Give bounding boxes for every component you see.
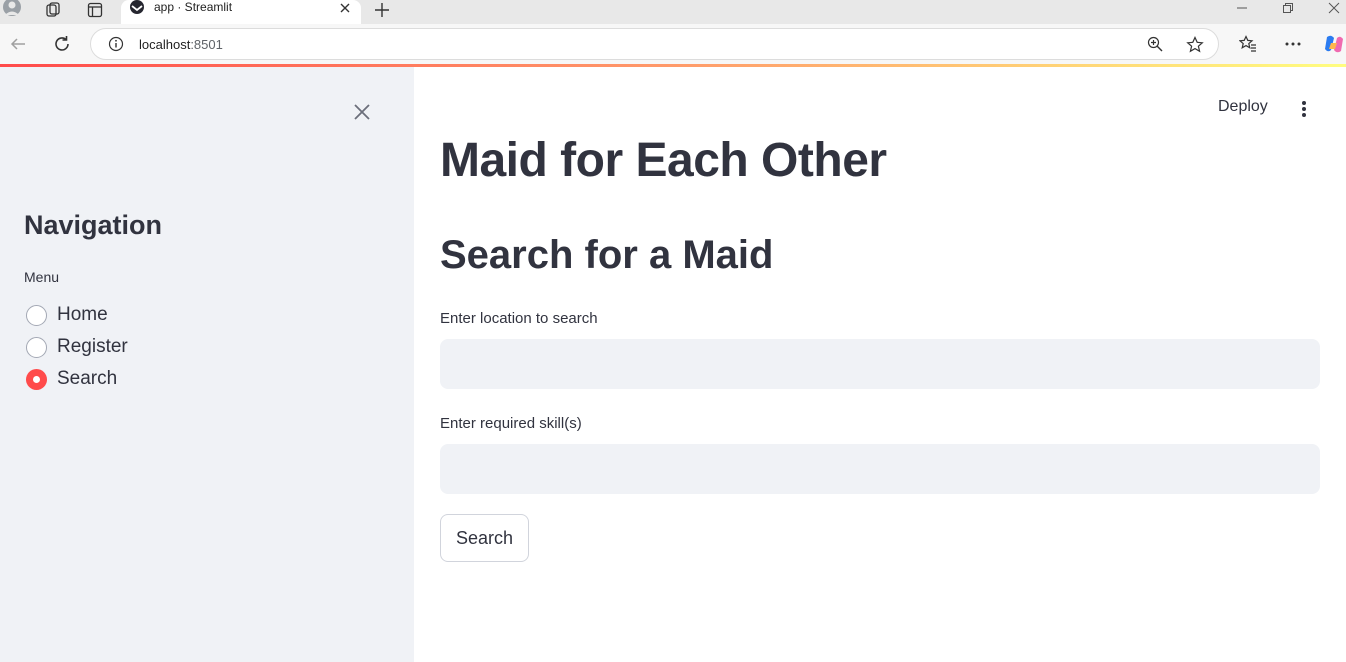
streamlit-logo-icon bbox=[129, 0, 145, 16]
browser-tab[interactable]: app · Streamlit bbox=[121, 0, 361, 24]
radio-option-search[interactable]: Search bbox=[26, 367, 117, 391]
new-tab-icon[interactable] bbox=[372, 0, 392, 20]
radio-button[interactable] bbox=[26, 336, 47, 358]
radio-label: Register bbox=[57, 336, 128, 357]
tab-title: app · Streamlit bbox=[154, 0, 233, 14]
radio-option-register[interactable]: Register bbox=[26, 335, 128, 359]
search-button[interactable]: Search bbox=[440, 514, 529, 562]
section-heading: Search for a Maid bbox=[440, 233, 774, 277]
radio-label: Home bbox=[57, 304, 108, 325]
page-title: Maid for Each Other bbox=[440, 134, 887, 187]
url-host: localhost bbox=[139, 37, 191, 52]
favorites-icon[interactable] bbox=[1238, 34, 1258, 54]
skills-input[interactable] bbox=[440, 444, 1320, 494]
url-port: :8501 bbox=[190, 37, 223, 52]
profile-icon[interactable] bbox=[0, 0, 24, 20]
minimize-icon[interactable] bbox=[1232, 0, 1252, 16]
restore-icon[interactable] bbox=[1278, 0, 1298, 16]
close-sidebar-icon[interactable] bbox=[352, 102, 372, 122]
tab-actions-icon[interactable] bbox=[85, 0, 105, 20]
deploy-button[interactable]: Deploy bbox=[1218, 98, 1268, 116]
radio-button-selected[interactable] bbox=[26, 368, 47, 390]
collections-icon[interactable] bbox=[43, 0, 63, 20]
favorite-star-icon[interactable] bbox=[1186, 36, 1204, 59]
radio-option-home[interactable]: Home bbox=[26, 303, 108, 327]
menu-label: Menu bbox=[24, 269, 60, 285]
url-text: localhost:8501 bbox=[139, 37, 223, 52]
close-window-icon[interactable] bbox=[1324, 0, 1344, 16]
reload-icon[interactable] bbox=[52, 34, 72, 54]
location-label: Enter location to search bbox=[440, 310, 598, 327]
main-content: Deploy Maid for Each Other Search for a … bbox=[414, 67, 1346, 662]
more-options-icon[interactable] bbox=[1283, 34, 1303, 54]
sidebar-title: Navigation bbox=[24, 210, 163, 240]
sidebar: Navigation Menu Home Register Search bbox=[0, 67, 414, 662]
browser-toolbar: localhost:8501 bbox=[0, 24, 1346, 64]
close-tab-icon[interactable] bbox=[339, 1, 351, 19]
site-info-icon[interactable] bbox=[108, 36, 124, 57]
skills-label: Enter required skill(s) bbox=[440, 415, 582, 432]
browser-tab-bar: app · Streamlit bbox=[0, 0, 1346, 24]
radio-label: Search bbox=[57, 368, 118, 389]
zoom-icon[interactable] bbox=[1147, 36, 1163, 57]
copilot-icon[interactable] bbox=[1322, 34, 1346, 54]
address-bar[interactable]: localhost:8501 bbox=[90, 28, 1219, 60]
radio-button[interactable] bbox=[26, 304, 47, 326]
back-icon[interactable] bbox=[8, 34, 28, 54]
location-input[interactable] bbox=[440, 339, 1320, 389]
main-menu-icon[interactable] bbox=[1296, 97, 1312, 121]
